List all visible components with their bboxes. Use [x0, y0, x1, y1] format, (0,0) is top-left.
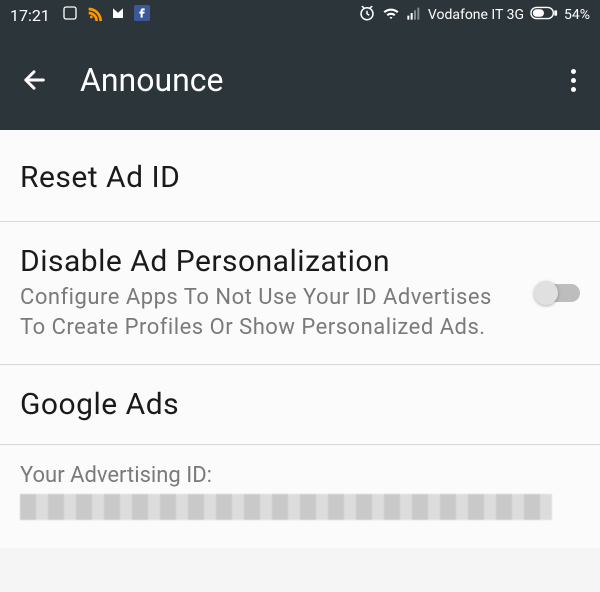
rss-icon [86, 5, 102, 25]
google-ads-title: Google Ads [20, 387, 580, 422]
app-bar: Announce [0, 30, 600, 130]
status-bar-right: Vodafone IT 3G 54% [358, 4, 590, 26]
wifi-icon [382, 4, 400, 26]
disable-ad-title: Disable Ad Personalization [20, 244, 520, 279]
carrier-label: Vodafone IT 3G [428, 7, 524, 23]
back-button[interactable] [12, 58, 56, 102]
disable-ad-personalization-row[interactable]: Disable Ad Personalization Configure App… [0, 222, 600, 365]
disable-ad-toggle[interactable] [536, 284, 580, 302]
advertising-id-value [20, 494, 552, 520]
signal-icon [406, 5, 422, 25]
google-ads-row[interactable]: Google Ads [0, 365, 600, 445]
screenshot-icon [62, 5, 78, 25]
reset-ad-id-row[interactable]: Reset Ad ID [0, 130, 600, 222]
mail-icon [110, 5, 126, 25]
settings-content: Reset Ad ID Disable Ad Personalization C… [0, 130, 600, 548]
advertising-id-row: Your Advertising ID: [0, 445, 600, 548]
overflow-menu-button[interactable] [563, 61, 584, 100]
disable-ad-description: Configure Apps To Not Use Your ID Advert… [20, 283, 520, 342]
advertising-id-label: Your Advertising ID: [20, 463, 580, 488]
alarm-icon [358, 4, 376, 26]
battery-icon [530, 6, 558, 24]
status-clock: 17:21 [10, 6, 50, 25]
status-bar-left: 17:21 [10, 5, 150, 25]
status-bar: 17:21 Vodafone IT 3G 54% [0, 0, 600, 30]
facebook-icon [134, 5, 150, 25]
battery-percent: 54% [564, 7, 590, 23]
reset-ad-id-title: Reset Ad ID [20, 160, 580, 195]
app-bar-title: Announce [80, 61, 224, 99]
